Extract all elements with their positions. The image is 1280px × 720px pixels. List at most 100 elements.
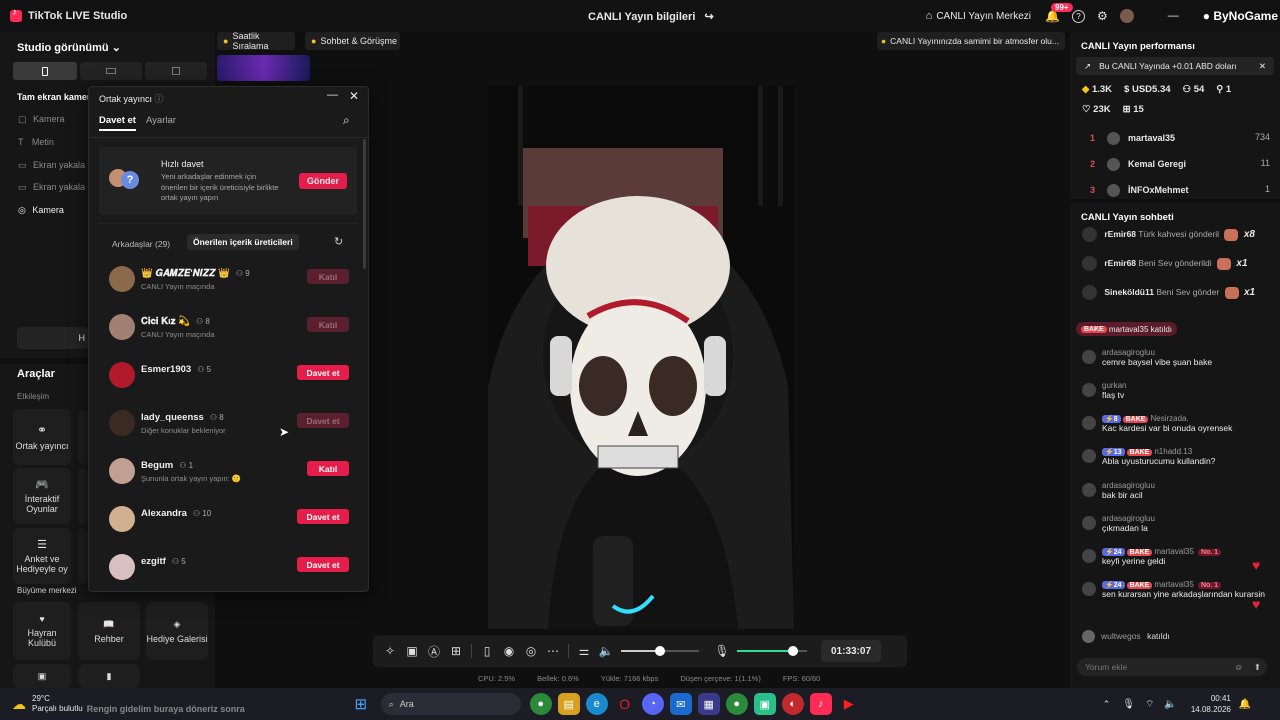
chevron-up-icon[interactable]: ⌃	[1103, 699, 1111, 710]
more-icon[interactable]: ⋯	[542, 644, 564, 658]
source-text[interactable]: T Metin	[18, 137, 54, 147]
fan-club-tool[interactable]: ♥ Hayran Kulübü	[13, 602, 71, 660]
source-screen-1[interactable]: ▭ Ekran yakala	[18, 160, 85, 171]
avatar	[1082, 383, 1096, 397]
game-icon[interactable]: ▣	[753, 693, 776, 715]
speaker-icon[interactable]: 🔈	[595, 644, 617, 658]
bell-icon[interactable]: 🔔 99+	[1045, 3, 1073, 23]
effects-icon[interactable]: ▣	[401, 644, 423, 658]
refresh-icon[interactable]: ↻	[334, 235, 343, 248]
rank-number: 1	[1090, 132, 1096, 143]
tiktok-taskbar-icon[interactable]: ♪	[809, 693, 832, 715]
studio-view-dropdown[interactable]: Studio görünümü ⌄	[17, 41, 121, 54]
tool-partial-2[interactable]	[78, 468, 88, 524]
ranking-row[interactable]: 2 Kemal Geregi 11	[1090, 158, 1270, 171]
info-icon[interactable]: ⓘ	[155, 94, 164, 104]
record-icon[interactable]: ◉	[498, 644, 520, 658]
chat-call-chip[interactable]: ● Sohbet & Görüşme	[305, 32, 400, 50]
tool-bottom-1[interactable]: ▣	[13, 664, 71, 688]
close-icon[interactable]: ✕	[349, 89, 359, 103]
phone-icon[interactable]: ▯	[476, 644, 498, 658]
taskbar-search[interactable]: ⌕ Ara	[380, 693, 521, 715]
volume-tray-icon[interactable]: 🔈	[1164, 699, 1176, 710]
source-camera[interactable]: ▢ Kamera	[18, 114, 65, 125]
windows-start-icon[interactable]: ⊞	[350, 693, 372, 715]
interactive-games-tool[interactable]: 🎮 İnteraktif Oyunlar	[13, 468, 71, 524]
earnings-banner[interactable]: ↗ Bu CANLI Yayında +0.01 ABD doları ✕	[1076, 57, 1274, 75]
avatar	[1106, 184, 1120, 197]
suggested-tab[interactable]: Önerilen içerik üreticileri	[187, 234, 299, 250]
poll-tool[interactable]: ☰ Anket ve Hediyeyle oy	[13, 528, 71, 584]
avatar[interactable]	[1119, 9, 1134, 23]
mic-slider[interactable]	[737, 645, 807, 657]
invite-button[interactable]: Davet et	[297, 365, 349, 380]
source-screen-2[interactable]: ▭ Ekran yakala	[18, 182, 85, 193]
ranking-row[interactable]: 1 martaval35 734	[1090, 132, 1270, 145]
clock[interactable]: 00:41 14.08.2026	[1191, 693, 1231, 715]
help-icon[interactable]: ?	[1071, 9, 1085, 23]
tool-bottom-2[interactable]: ▮	[78, 664, 140, 688]
mail-icon[interactable]: ✉	[669, 693, 692, 715]
search-icon[interactable]: ⌕	[343, 113, 350, 128]
send-icon[interactable]: ⬆	[1254, 662, 1261, 673]
discord-icon[interactable]: ◔	[641, 693, 664, 715]
guide-tool[interactable]: 📖 Rehber	[78, 602, 140, 660]
youtube-icon[interactable]: ▶	[838, 693, 860, 715]
invite-button[interactable]: Katıl	[307, 461, 349, 476]
avatar	[1082, 285, 1097, 300]
emoji-icon[interactable]: ☺	[1234, 662, 1243, 672]
explorer-icon[interactable]: ▤	[557, 693, 580, 715]
mic-tray-icon[interactable]: 🎙	[1122, 699, 1135, 710]
hourly-ranking-chip[interactable]: ● Saatlik Sıralama	[217, 31, 295, 51]
multi-layout-button[interactable]	[145, 62, 207, 80]
invite-button[interactable]: Davet et	[297, 509, 349, 524]
add-icon[interactable]: ⊞	[445, 644, 467, 658]
home-icon[interactable]: ⌂	[926, 10, 933, 22]
minimize-icon[interactable]: —	[1168, 10, 1179, 22]
edge-icon[interactable]: e	[585, 693, 608, 715]
app-icon[interactable]: ◐	[781, 693, 804, 715]
opera-icon[interactable]: O	[614, 693, 636, 715]
chrome-icon[interactable]: ●	[529, 693, 552, 715]
mic-icon[interactable]: 🎙	[711, 644, 733, 658]
chrome-2-icon[interactable]: ●	[725, 693, 748, 715]
weather-widget[interactable]: ☁ 29°C Parçalı bulutlu Rengin gidelim bu…	[12, 694, 245, 714]
portrait-layout-button[interactable]	[13, 62, 77, 80]
volume-slider[interactable]	[621, 645, 699, 657]
invite-button[interactable]: Katıl	[307, 317, 349, 332]
store-icon[interactable]: ▦	[697, 693, 720, 715]
avatar	[1082, 630, 1095, 643]
tool-partial-3[interactable]	[78, 528, 88, 584]
tool-partial-1[interactable]	[78, 409, 88, 465]
scrollbar[interactable]	[363, 139, 366, 269]
magic-icon[interactable]: ✧	[379, 644, 401, 658]
invite-button[interactable]: Davet et	[297, 413, 349, 428]
close-icon[interactable]: ✕	[1259, 61, 1266, 72]
sliders-icon[interactable]: ⚌	[573, 644, 595, 658]
tab-settings[interactable]: Ayarlar	[146, 115, 176, 126]
ai-icon[interactable]: Ⓐ	[423, 643, 445, 660]
camera-switch-icon[interactable]: ◎	[520, 644, 542, 658]
stream-info-title[interactable]: CANLI Yayın bilgileri ↪	[588, 10, 714, 23]
gift-line: rEmir68 Beni Sev gönderildi x1	[1082, 256, 1262, 271]
event-banner[interactable]	[217, 55, 310, 81]
tab-invite[interactable]: Davet et	[99, 115, 136, 131]
wifi-icon[interactable]: ⌔	[1145, 698, 1154, 711]
notification-tray-icon[interactable]: 🔔	[1239, 699, 1251, 710]
friends-tab[interactable]: Arkadaşlar (29)	[112, 239, 170, 249]
gear-icon[interactable]: ⚙	[1097, 9, 1108, 23]
gift-gallery-tool[interactable]: ◈ Hediye Galerisi	[146, 602, 208, 660]
source-camera-active[interactable]: ◎ Kamera	[18, 205, 64, 216]
co-host-tool[interactable]: ⚭ Ortak yayıncı	[13, 409, 71, 465]
live-center-link[interactable]: CANLI Yayın Merkezi	[936, 11, 1031, 22]
invite-button[interactable]: Davet et	[297, 557, 349, 572]
send-button[interactable]: Gönder	[299, 173, 347, 189]
landscape-layout-button[interactable]	[80, 62, 142, 80]
share-icon[interactable]: ↪	[704, 11, 713, 23]
add-source-button[interactable]: H	[17, 327, 89, 349]
minimize-icon[interactable]: —	[327, 89, 338, 101]
tip-chip[interactable]: ● CANLI Yayınınızda samimi bir atmosfer o…	[877, 32, 1065, 50]
invite-button[interactable]: Katıl	[307, 269, 349, 284]
comment-input[interactable]: Yorum ekle ☺ ⬆	[1077, 658, 1267, 676]
ranking-row[interactable]: 3 İNFOxMehmet 1	[1090, 184, 1270, 197]
